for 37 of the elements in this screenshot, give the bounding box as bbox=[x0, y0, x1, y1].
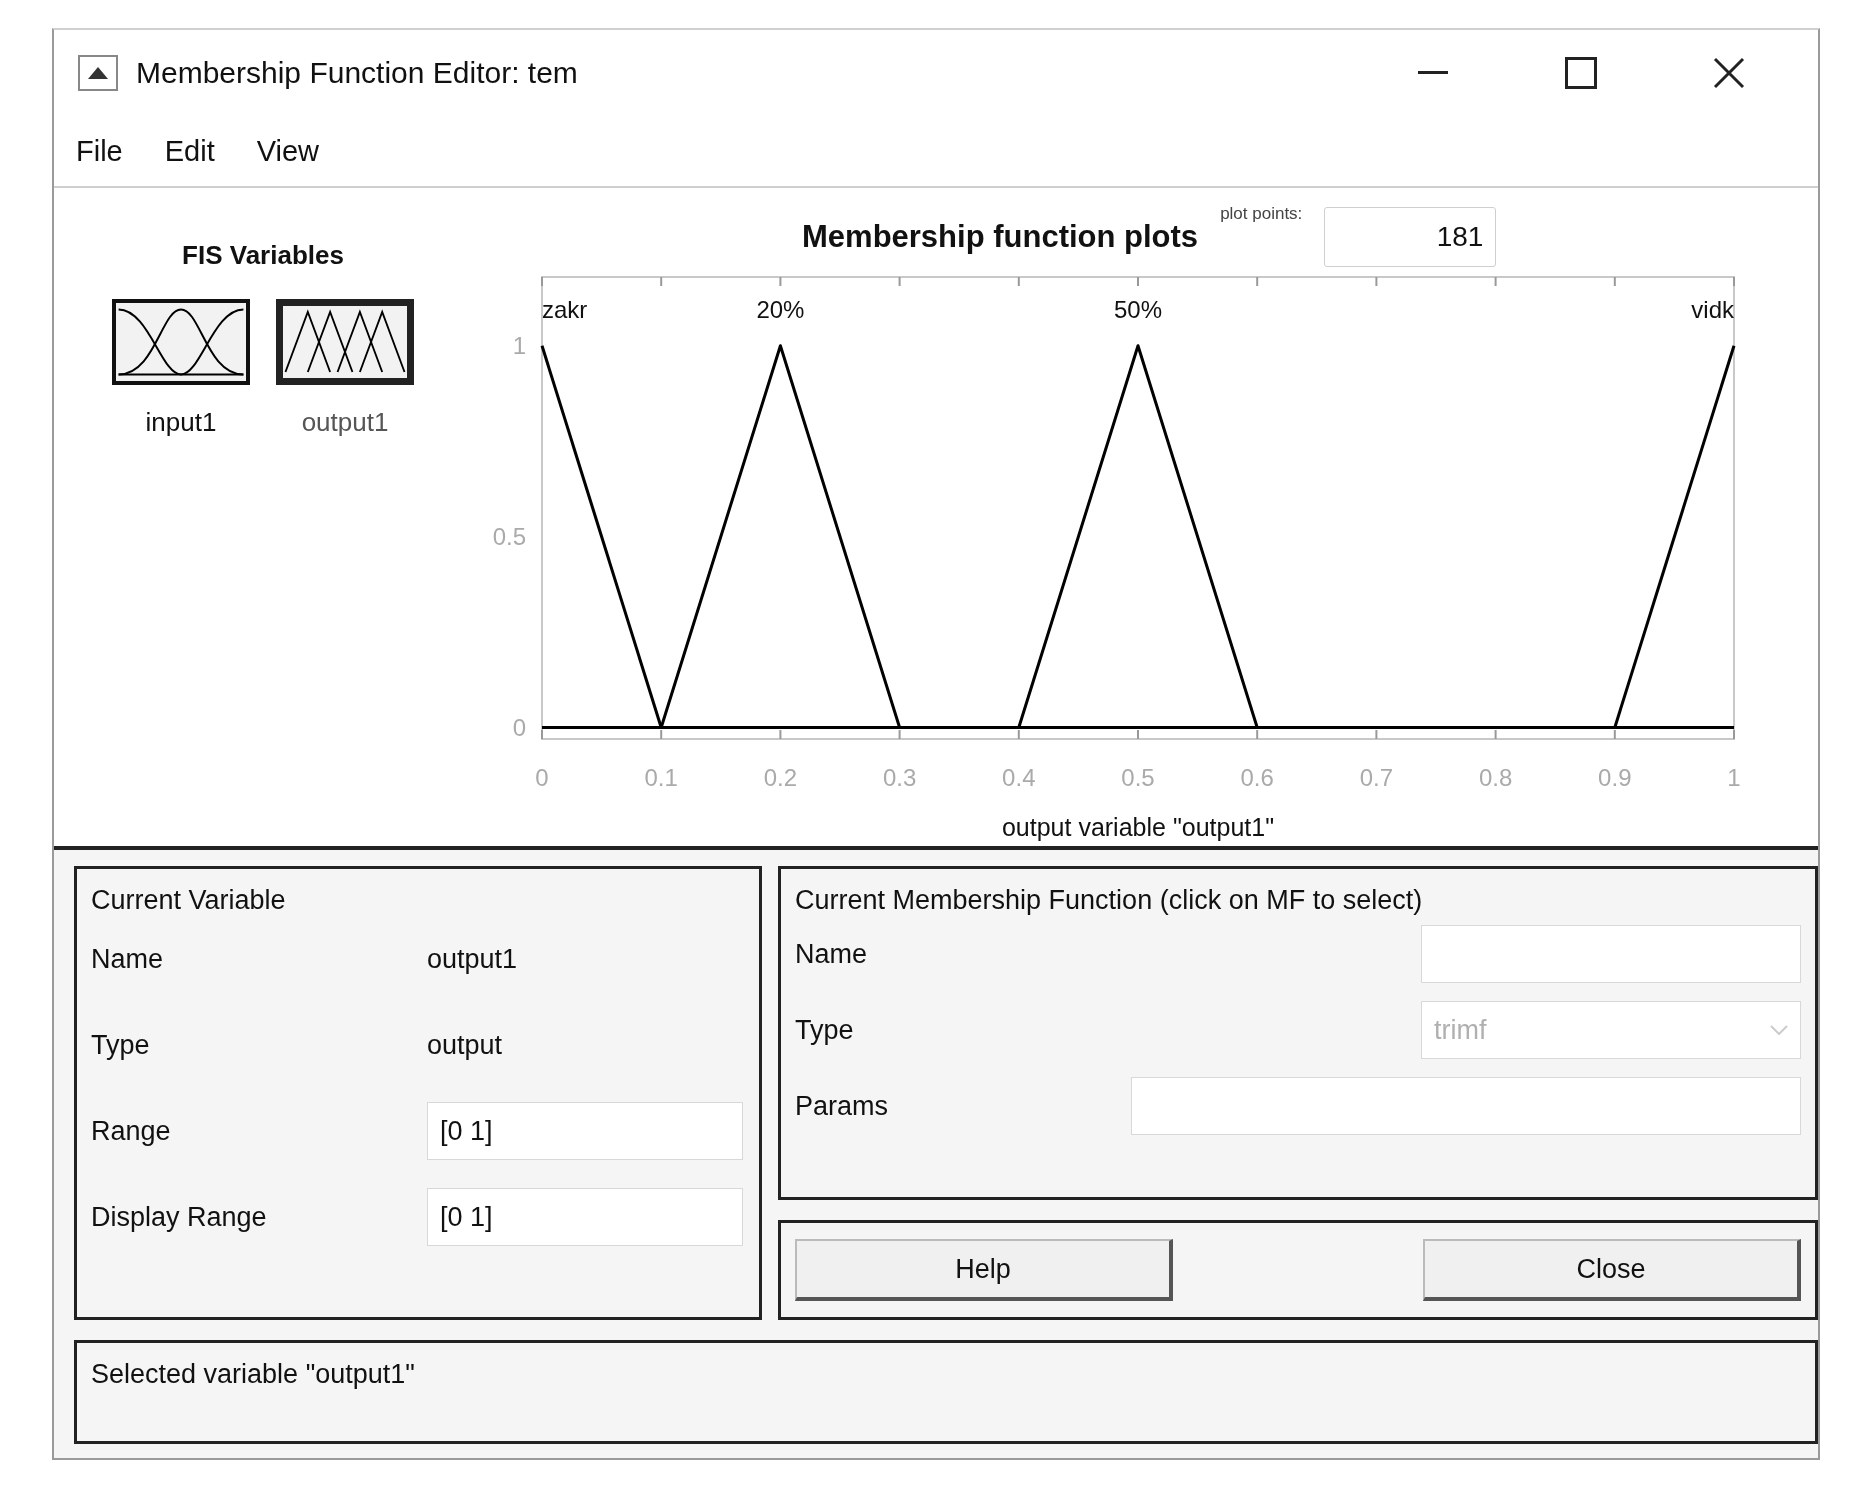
field-label: Display Range bbox=[91, 1201, 268, 1233]
x-tick-label: 0.7 bbox=[1359, 764, 1394, 791]
status-text: Selected variable "output1" bbox=[91, 1359, 415, 1389]
field-label: Type bbox=[91, 1029, 151, 1061]
field-value: output bbox=[427, 1029, 503, 1061]
x-tick-label: 1 bbox=[1727, 764, 1741, 791]
variable-label: input1 bbox=[145, 407, 217, 438]
field-value: output1 bbox=[427, 943, 518, 975]
function-label: 20% bbox=[756, 296, 805, 323]
function-label: zakr bbox=[542, 296, 588, 323]
x-tick-label: 0.2 bbox=[763, 764, 798, 791]
x-tick-label: 0.5 bbox=[1121, 764, 1155, 791]
section-heading: FIS Variables bbox=[182, 240, 344, 271]
window-title: Membership Function Editor: tem bbox=[136, 56, 579, 91]
field-label: Name bbox=[91, 943, 165, 975]
field-label: Name bbox=[795, 938, 869, 970]
field-label: Type bbox=[795, 1014, 855, 1046]
panel-title: Current Variable bbox=[91, 885, 287, 916]
x-tick-label: 0.1 bbox=[644, 764, 678, 791]
panel-title: Current Membership Function (click on MF to select) bbox=[795, 885, 1424, 916]
x-tick-label: 0.4 bbox=[1002, 764, 1036, 791]
plot-points-label: plot points: bbox=[1220, 204, 1303, 224]
x-tick-label: 0.9 bbox=[1598, 764, 1632, 791]
variable-label: output1 bbox=[301, 407, 389, 438]
field-label: Params bbox=[795, 1090, 890, 1122]
x-tick-label: 0.6 bbox=[1240, 764, 1274, 791]
x-tick-label: 0.8 bbox=[1478, 764, 1513, 791]
function-label: vidk bbox=[1691, 296, 1734, 323]
field-label: Range bbox=[91, 1115, 172, 1147]
x-tick-label: 0.3 bbox=[882, 764, 917, 791]
function-label: 50% bbox=[1114, 296, 1162, 323]
y-tick-label: 0.5 bbox=[492, 522, 526, 550]
y-tick-label: 0 bbox=[512, 713, 526, 741]
y-tick-label: 1 bbox=[512, 331, 526, 359]
chart-title: Membership function plots bbox=[802, 219, 1199, 255]
x-tick-label: 0 bbox=[535, 764, 549, 791]
x-axis-label: output variable "output1" bbox=[1001, 813, 1275, 841]
